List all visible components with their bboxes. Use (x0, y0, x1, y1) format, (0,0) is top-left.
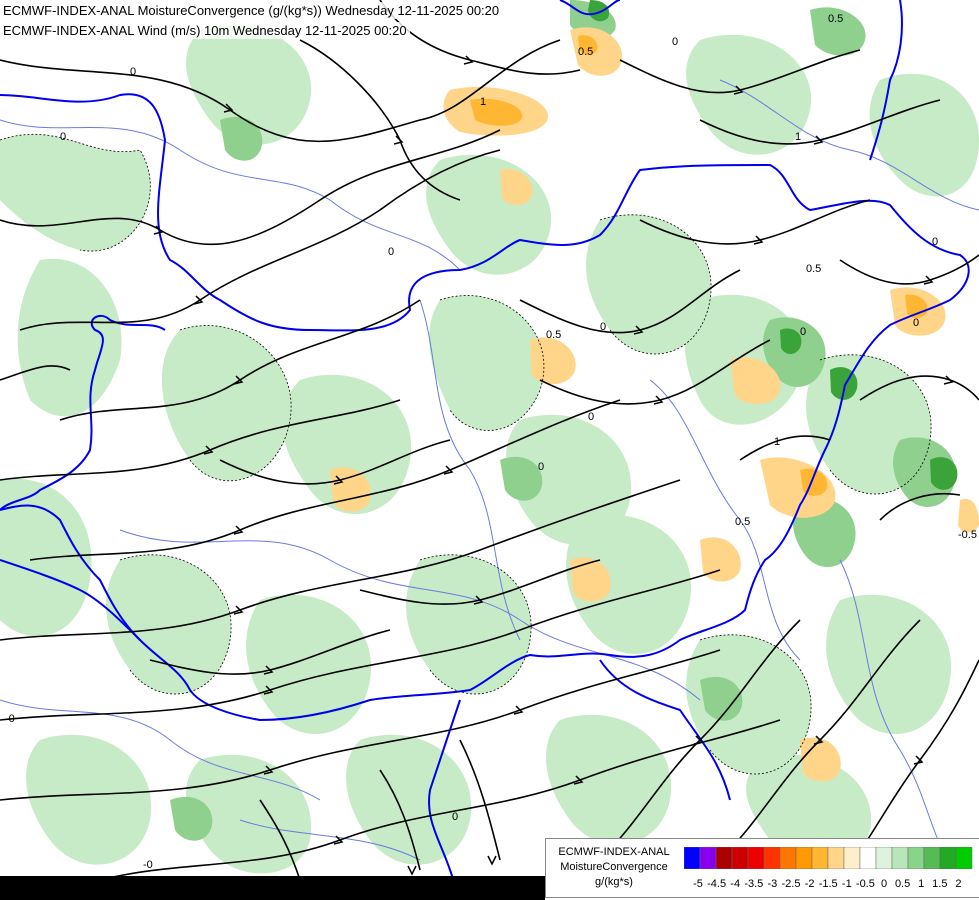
legend-tick-label: -4 (730, 878, 740, 890)
color-legend: ECMWF-INDEX-ANAL MoistureConvergence g/(… (545, 838, 979, 898)
contour-label: 0.5 (546, 329, 561, 341)
contour-label: 1 (774, 436, 780, 448)
legend-swatch (763, 847, 781, 869)
bottom-black-bar (0, 876, 545, 900)
contour-label: 1 (480, 96, 486, 108)
contour-label: 0.5 (806, 263, 821, 275)
legend-swatch (875, 847, 893, 869)
contour-label: -0 (143, 859, 153, 871)
contour-label: 0 (588, 411, 594, 423)
legend-tick-label: 1 (918, 878, 924, 890)
contour-label: 0 (600, 321, 606, 333)
contour-label: 0.5 (828, 13, 843, 25)
legend-swatch (891, 847, 909, 869)
contour-label: 0 (388, 246, 394, 258)
contour-label: 0.5 (578, 46, 593, 58)
legend-swatch (699, 847, 717, 869)
legend-swatches (684, 847, 973, 869)
legend-tick-label: -0.5 (856, 878, 875, 890)
legend-tick-label: 0 (881, 878, 887, 890)
legend-swatch (827, 847, 845, 869)
contour-label: 0 (800, 326, 806, 338)
legend-swatch (939, 847, 957, 869)
contour-label: 0 (452, 811, 458, 823)
contour-label: 0 (60, 131, 66, 143)
legend-swatch (715, 847, 733, 869)
contour-label: 0 (932, 236, 938, 248)
legend-swatch (907, 847, 925, 869)
contour-label: 0.5 (735, 516, 750, 528)
contour-label: 0 (913, 317, 919, 329)
map-canvas: 0 0 0 0 0 0 0 0 0 0 0.5 0.5 0.5 0.5 1 1 … (0, 0, 979, 900)
contour-label: 0 (538, 461, 544, 473)
contour-label: 0 (130, 66, 136, 78)
legend-swatch (859, 847, 877, 869)
map-title-moisture: ECMWF-INDEX-ANAL MoistureConvergence (g/… (0, 2, 503, 19)
legend-label: ECMWF-INDEX-ANAL MoistureConvergence g/(… (550, 845, 678, 890)
legend-tick-label: 2 (955, 878, 961, 890)
legend-tick-label: -3.5 (744, 878, 763, 890)
legend-variable: MoistureConvergence (560, 861, 668, 873)
contour-label: -0.5 (958, 529, 977, 541)
legend-tick-label: -2 (805, 878, 815, 890)
legend-tick-label: 0.5 (895, 878, 910, 890)
legend-swatch (923, 847, 941, 869)
legend-tick-label: -5 (693, 878, 703, 890)
legend-swatch (795, 847, 813, 869)
legend-tick-label: -1.5 (819, 878, 838, 890)
legend-model: ECMWF-INDEX-ANAL (558, 846, 670, 858)
legend-tick-label: -2.5 (782, 878, 801, 890)
legend-ticks: -5 -4.5 -4 -3.5 -3 -2.5 -2 -1.5 -1 -0.5 0 0.5 1 1.5 2 (693, 878, 961, 890)
legend-swatch (747, 847, 765, 869)
legend-swatch (731, 847, 749, 869)
legend-unit: g/(kg*s) (595, 876, 633, 888)
map-title-wind: ECMWF-INDEX-ANAL Wind (m/s) 10m Wednesda… (0, 22, 410, 39)
legend-swatch (843, 847, 861, 869)
contour-label: -0 (5, 713, 15, 725)
legend-tick-label: 1.5 (932, 878, 947, 890)
legend-swatch (955, 847, 973, 869)
legend-swatch (779, 847, 797, 869)
contour-label: 0 (672, 36, 678, 48)
legend-swatch (811, 847, 829, 869)
contour-label: 1 (795, 131, 801, 143)
legend-tick-label: -4.5 (707, 878, 726, 890)
legend-tick-label: -1 (842, 878, 852, 890)
legend-tick-label: -3 (768, 878, 778, 890)
legend-swatch (684, 847, 701, 869)
